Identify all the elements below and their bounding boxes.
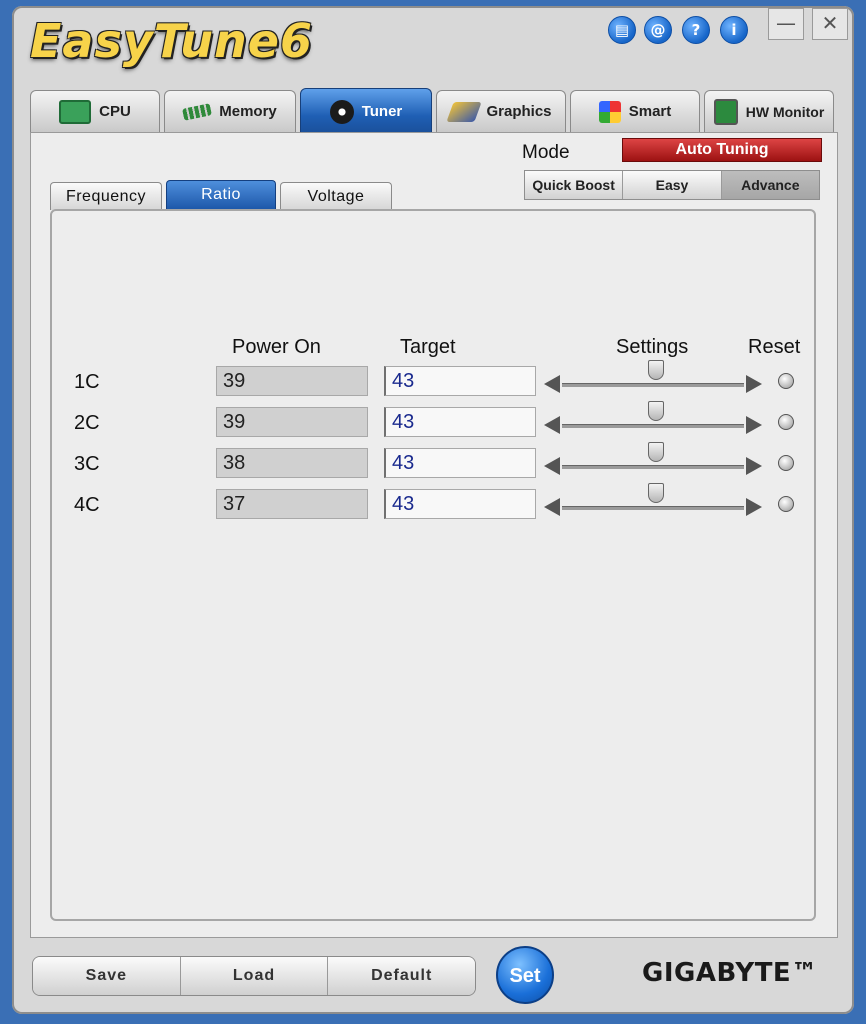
target-input[interactable]: 43	[384, 489, 536, 519]
mode-selector: Quick Boost Easy Advance	[524, 170, 820, 200]
mode-label: Mode	[522, 142, 570, 163]
tab-hw-monitor[interactable]: HW Monitor	[704, 90, 834, 132]
ratio-slider[interactable]	[544, 401, 762, 441]
slider-right-arrow-icon[interactable]	[746, 457, 762, 475]
profile-buttons: Save Load Default	[32, 956, 476, 996]
tab-label: Tuner	[361, 103, 403, 120]
header-settings: Settings	[616, 336, 689, 358]
load-button[interactable]: Load	[180, 957, 329, 995]
graphics-card-icon	[446, 101, 483, 122]
target-input[interactable]: 43	[384, 448, 536, 478]
gigabyte-logo: GIGABYTE™	[642, 958, 818, 988]
slider-track[interactable]	[562, 383, 744, 387]
tab-memory[interactable]: Memory	[164, 90, 296, 132]
set-button[interactable]: Set	[496, 946, 554, 1004]
ratio-slider[interactable]	[544, 442, 762, 482]
tab-smart[interactable]: Smart	[570, 90, 700, 132]
subtab-ratio[interactable]: Ratio	[166, 180, 276, 210]
info-icon[interactable]: i	[720, 16, 748, 44]
mode-easy[interactable]: Easy	[623, 171, 722, 199]
slider-thumb[interactable]	[648, 401, 665, 421]
tuner-gauge-icon	[329, 99, 354, 124]
tab-label: Smart	[628, 103, 672, 120]
slider-thumb[interactable]	[648, 360, 665, 380]
minimize-button[interactable]: —	[768, 8, 804, 40]
slider-track[interactable]	[562, 424, 744, 428]
power-on-value: 38	[216, 448, 368, 478]
monitor-icon	[713, 98, 738, 125]
core-label: 4C	[74, 494, 100, 516]
core-label: 2C	[74, 412, 100, 434]
power-on-value: 37	[216, 489, 368, 519]
mode-advance[interactable]: Advance	[721, 171, 819, 199]
header-reset: Reset	[748, 336, 801, 358]
tab-cpu[interactable]: CPU	[30, 90, 160, 132]
close-button[interactable]: ✕	[812, 8, 848, 40]
header-power-on: Power On	[232, 336, 321, 358]
help-icon[interactable]: ?	[682, 16, 710, 44]
subtab-voltage[interactable]: Voltage	[280, 182, 392, 210]
at-icon[interactable]: @	[644, 16, 672, 44]
slider-right-arrow-icon[interactable]	[746, 498, 762, 516]
tab-label: Memory	[219, 103, 277, 120]
memory-stick-icon	[182, 102, 213, 121]
tab-label: Graphics	[486, 103, 552, 120]
mode-quick-boost[interactable]: Quick Boost	[525, 171, 624, 199]
slider-left-arrow-icon[interactable]	[544, 375, 560, 393]
slider-thumb[interactable]	[648, 483, 665, 503]
reset-radio[interactable]	[778, 373, 794, 389]
easytune-logo: EasyTune6	[30, 14, 313, 68]
cube-icon	[598, 100, 621, 123]
slider-track[interactable]	[562, 506, 744, 510]
power-on-value: 39	[216, 407, 368, 437]
ratio-slider[interactable]	[544, 483, 762, 523]
ratio-slider[interactable]	[544, 360, 762, 400]
slider-track[interactable]	[562, 465, 744, 469]
auto-tuning-button[interactable]: Auto Tuning	[622, 138, 822, 162]
tab-tuner[interactable]: Tuner	[300, 88, 432, 134]
slider-thumb[interactable]	[648, 442, 665, 462]
reset-radio[interactable]	[778, 455, 794, 471]
tab-label: CPU	[99, 103, 131, 120]
easytune-window: EasyTune6 ▤ @ ? i — ✕ CPU Memory Tuner G…	[12, 6, 854, 1014]
save-button[interactable]: Save	[33, 957, 181, 995]
target-input[interactable]: 43	[384, 407, 536, 437]
cpu-chip-icon	[59, 99, 92, 124]
slider-right-arrow-icon[interactable]	[746, 416, 762, 434]
slider-left-arrow-icon[interactable]	[544, 498, 560, 516]
slider-left-arrow-icon[interactable]	[544, 416, 560, 434]
target-input[interactable]: 43	[384, 366, 536, 396]
tab-label: HW Monitor	[745, 103, 825, 120]
tab-graphics[interactable]: Graphics	[436, 90, 566, 132]
page-icon[interactable]: ▤	[608, 16, 636, 44]
subtab-frequency[interactable]: Frequency	[50, 182, 162, 210]
core-label: 1C	[74, 371, 100, 393]
slider-left-arrow-icon[interactable]	[544, 457, 560, 475]
header-target: Target	[400, 336, 456, 358]
slider-right-arrow-icon[interactable]	[746, 375, 762, 393]
reset-radio[interactable]	[778, 496, 794, 512]
default-button[interactable]: Default	[328, 957, 475, 995]
power-on-value: 39	[216, 366, 368, 396]
ratio-content	[50, 209, 816, 921]
core-label: 3C	[74, 453, 100, 475]
reset-radio[interactable]	[778, 414, 794, 430]
